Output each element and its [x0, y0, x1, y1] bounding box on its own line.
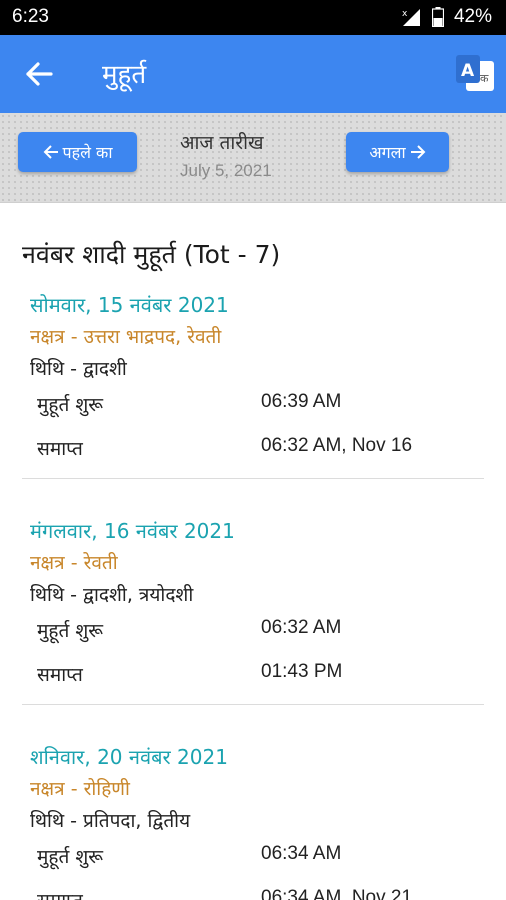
date-navigation: पहले का आज तारीख July 5, 2021 अगला — [0, 113, 506, 203]
app-bar: मुहूर्त A क — [0, 35, 506, 113]
entry-tithi: थिथि - द्वादशी — [30, 358, 127, 380]
start-label: मुहूर्त शुरू — [37, 394, 104, 416]
svg-text:A: A — [461, 61, 475, 81]
previous-button-label: पहले का — [62, 143, 113, 162]
svg-text:x: x — [402, 9, 408, 19]
status-time: 6:23 — [12, 6, 49, 27]
end-value: 06:32 AM, Nov 16 — [261, 435, 413, 456]
status-bar: 6:23 x 42% — [0, 0, 506, 35]
entry-day: सोमवार, 15 नवंबर 2021 — [30, 293, 229, 317]
entry-nakshatra: नक्षत्र - उत्तरा भाद्रपद, रेवती — [30, 326, 222, 348]
start-value: 06:39 AM — [261, 391, 342, 412]
start-label: मुहूर्त शुरू — [37, 846, 104, 868]
battery-icon — [431, 7, 444, 27]
entry-nakshatra: नक्षत्र - रोहिणी — [30, 778, 130, 800]
list-title: नवंबर शादी मुहूर्त (Tot - 7) — [22, 240, 281, 269]
start-value: 06:34 AM — [261, 843, 342, 864]
end-value: 06:34 AM, Nov 21 — [261, 887, 413, 900]
battery-percent: 42% — [453, 6, 492, 27]
start-label: मुहूर्त शुरू — [37, 620, 104, 642]
divider — [22, 478, 484, 479]
entry-day: मंगलवार, 16 नवंबर 2021 — [30, 519, 235, 543]
back-arrow-icon[interactable] — [22, 57, 56, 91]
muhurat-list[interactable]: नवंबर शादी मुहूर्त (Tot - 7) सोमवार, 15 … — [0, 203, 506, 900]
status-right: x 42% — [400, 6, 492, 28]
translate-icon[interactable]: A क — [452, 49, 498, 99]
end-label: समाप्त — [37, 438, 83, 460]
entry-tithi: थिथि - प्रतिपदा, द्वितीय — [30, 810, 191, 832]
next-button[interactable]: अगला — [346, 132, 449, 172]
arrow-right-icon — [410, 145, 426, 159]
today-label: आज तारीख — [180, 132, 264, 154]
page-title: मुहूर्त — [102, 60, 147, 90]
arrow-left-icon — [43, 145, 58, 159]
signal-icon: x — [402, 9, 420, 26]
svg-text:क: क — [480, 72, 489, 85]
end-label: समाप्त — [37, 887, 83, 900]
end-label: समाप्त — [37, 664, 83, 686]
next-button-label: अगला — [369, 143, 406, 162]
entry-nakshatra: नक्षत्र - रेवती — [30, 552, 118, 574]
previous-button[interactable]: पहले का — [18, 132, 137, 172]
today-date: July 5, 2021 — [180, 161, 272, 180]
entry-day: शनिवार, 20 नवंबर 2021 — [30, 745, 228, 769]
divider — [22, 704, 484, 705]
entry-tithi: थिथि - द्वादशी, त्रयोदशी — [30, 584, 194, 606]
end-value: 01:43 PM — [261, 661, 343, 682]
start-value: 06:32 AM — [261, 617, 342, 638]
